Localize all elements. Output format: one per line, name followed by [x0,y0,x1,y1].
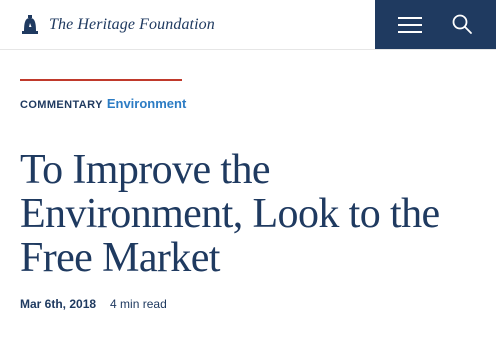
accent-divider [20,79,182,81]
liberty-bell-icon [22,15,38,34]
publish-date: Mar 6th, 2018 [20,297,97,311]
hamburger-menu-line [398,31,422,33]
read-time: 4 min read [110,297,167,311]
search-icon[interactable] [451,13,473,35]
hamburger-menu-icon [398,17,422,19]
menu-button[interactable] [398,14,424,36]
header-actions [375,0,496,49]
hamburger-menu-line [398,24,422,26]
article-title: To Improve the Environment, Look to the … [20,147,440,281]
site-logo-link[interactable]: The Heritage Foundation [20,12,215,38]
article-eyebrow: COMMENTARY Environment [20,96,186,114]
article-type-label: COMMENTARY [20,99,103,111]
site-name: The Heritage Foundation [49,16,215,33]
site-header: The Heritage Foundation [0,0,496,50]
article-meta: Mar 6th, 2018 4 min read [20,297,167,313]
topic-link[interactable]: Environment [107,96,186,111]
